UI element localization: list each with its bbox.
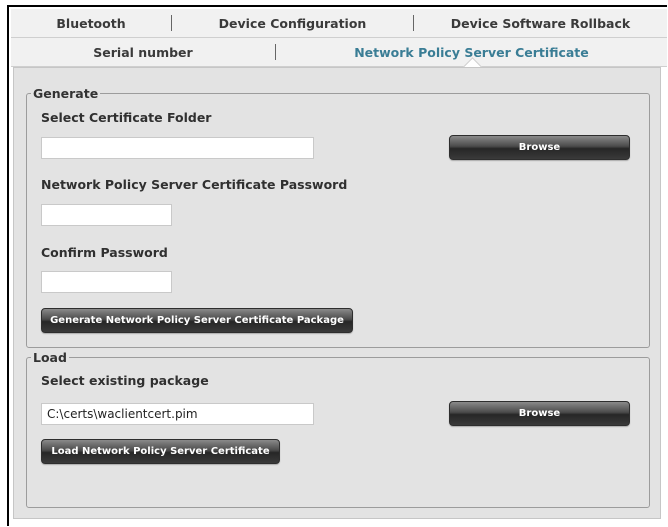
- tab-label: Bluetooth: [56, 15, 126, 31]
- password-label: Network Policy Server Certificate Passwo…: [41, 177, 348, 192]
- load-legend: Load: [33, 350, 67, 365]
- tab-row-primary: Bluetooth Device Configuration Device So…: [11, 9, 667, 38]
- tab-label: Serial number: [93, 44, 193, 60]
- button-label: Load Network Policy Server Certificate: [51, 446, 270, 457]
- package-path-input[interactable]: [41, 403, 314, 425]
- tab-device-software-rollback[interactable]: Device Software Rollback: [414, 9, 667, 37]
- password-input[interactable]: [41, 204, 172, 226]
- browse-package-button[interactable]: Browse: [449, 401, 630, 426]
- tab-network-policy-server-certificate[interactable]: Network Policy Server Certificate: [276, 38, 667, 76]
- certificate-panel: Generate Select Certificate Folder Brows…: [13, 67, 661, 519]
- confirm-password-label: Confirm Password: [41, 245, 168, 260]
- tab-label: Device Configuration: [218, 15, 367, 31]
- confirm-password-input[interactable]: [41, 271, 172, 293]
- tab-label: Device Software Rollback: [450, 15, 631, 31]
- certificate-folder-input[interactable]: [41, 137, 314, 159]
- tab-bluetooth[interactable]: Bluetooth: [11, 9, 171, 37]
- button-label: Generate Network Policy Server Certifica…: [50, 315, 344, 326]
- select-folder-label: Select Certificate Folder: [41, 110, 212, 125]
- tab-device-configuration[interactable]: Device Configuration: [172, 9, 413, 37]
- load-certificate-button[interactable]: Load Network Policy Server Certificate: [41, 439, 280, 464]
- button-label: Browse: [518, 142, 561, 153]
- tab-serial-number[interactable]: Serial number: [11, 38, 275, 66]
- browse-folder-button[interactable]: Browse: [449, 135, 630, 160]
- settings-window: Bluetooth Device Configuration Device So…: [7, 5, 667, 526]
- select-package-label: Select existing package: [41, 373, 209, 388]
- generate-legend: Generate: [33, 86, 99, 101]
- tab-row-secondary: Serial number Network Policy Server Cert…: [11, 38, 667, 76]
- button-label: Browse: [518, 408, 561, 419]
- generate-package-button[interactable]: Generate Network Policy Server Certifica…: [41, 308, 353, 333]
